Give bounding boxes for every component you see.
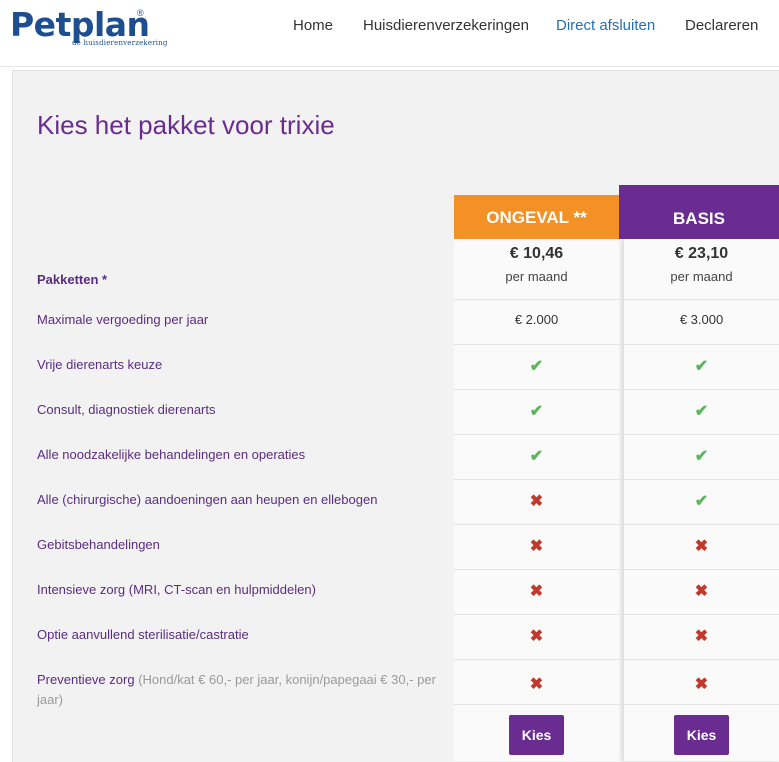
feature-label: Consult, diagnostiek dierenarts [37, 402, 216, 417]
select-ongeval-button[interactable]: Kies [509, 715, 564, 755]
max-reimbursement-ongeval: € 2.000 [514, 312, 559, 327]
plan-header-ongeval: ONGEVAL ** [454, 195, 619, 239]
row-divider [454, 569, 779, 570]
plan-period-basis: per maand [670, 269, 733, 284]
feature-label-preventive: Preventieve zorg (Hond/kat € 60,- per ja… [37, 670, 447, 710]
plan-price-ongeval: € 10,46 [509, 245, 564, 262]
logo-registered-mark: ® [137, 8, 144, 18]
max-reimbursement-basis: € 3.000 [679, 312, 724, 327]
page-title: Kies het pakket voor trixie [37, 110, 335, 140]
row-divider [454, 659, 779, 660]
row-divider [454, 704, 779, 705]
plan-price-basis: € 23,10 [674, 245, 729, 262]
nav-direct-afsluiten[interactable]: Direct afsluiten [556, 17, 655, 34]
row-divider [454, 389, 779, 390]
feature-label: Vrije dierenarts keuze [37, 357, 163, 372]
cross-icon: ✖ [694, 538, 709, 555]
cross-icon: ✖ [694, 628, 709, 645]
check-icon: ✔ [529, 358, 544, 375]
cross-icon: ✖ [694, 676, 709, 693]
nav-home[interactable]: Home [293, 17, 333, 34]
cross-icon: ✖ [529, 538, 544, 555]
check-icon: ✔ [529, 403, 544, 420]
top-navigation-bar: Petplan ® de huisdierenverzekering Home … [0, 0, 779, 67]
feature-label: Preventieve zorg [37, 672, 135, 687]
cross-icon: ✖ [529, 583, 544, 600]
cross-icon: ✖ [529, 493, 544, 510]
check-icon: ✔ [694, 403, 709, 420]
check-icon: ✔ [694, 358, 709, 375]
row-divider [454, 299, 779, 300]
feature-label: Alle noodzakelijke behandelingen en oper… [37, 447, 306, 462]
nav-declareren[interactable]: Declareren [685, 17, 758, 34]
feature-label: Alle (chirurgische) aandoeningen aan heu… [37, 492, 378, 507]
row-divider [454, 614, 779, 615]
feature-label: Gebitsbehandelingen [37, 537, 160, 552]
cross-icon: ✖ [529, 676, 544, 693]
feature-label: Intensieve zorg (MRI, CT-scan en hulpmid… [37, 582, 316, 597]
plan-header-basis: BASIS [619, 185, 779, 239]
check-icon: ✔ [694, 448, 709, 465]
packages-label: Pakketten * [37, 272, 108, 287]
cross-icon: ✖ [529, 628, 544, 645]
row-divider [454, 344, 779, 345]
check-icon: ✔ [529, 448, 544, 465]
plan-period-ongeval: per maand [505, 269, 568, 284]
check-icon: ✔ [694, 493, 709, 510]
logo-tagline: de huisdierenverzekering [72, 39, 168, 47]
nav-huisdierenverzekeringen[interactable]: Huisdierenverzekeringen [363, 17, 529, 34]
row-divider [454, 479, 779, 480]
feature-label: Maximale vergoeding per jaar [37, 312, 209, 327]
cross-icon: ✖ [694, 583, 709, 600]
feature-label: Optie aanvullend sterilisatie/castratie [37, 627, 249, 642]
select-basis-button[interactable]: Kies [674, 715, 729, 755]
row-divider [454, 524, 779, 525]
petplan-logo[interactable]: Petplan ® de huisdierenverzekering [10, 6, 180, 50]
row-divider [454, 434, 779, 435]
